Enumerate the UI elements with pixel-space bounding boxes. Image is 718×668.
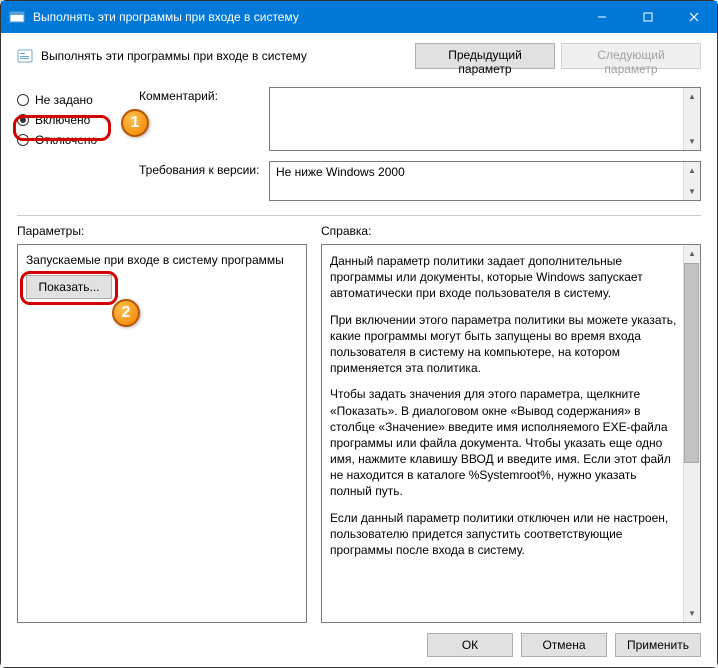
requirements-label: Требования к версии:	[139, 161, 269, 177]
radio-disabled[interactable]: Отключено	[17, 133, 127, 147]
help-paragraph: Если данный параметр политики отключен и…	[330, 510, 678, 559]
scrollbar[interactable]: ▲ ▼	[683, 162, 700, 200]
radio-label: Не задано	[35, 93, 93, 107]
params-box: Запускаемые при входе в систему программ…	[17, 244, 307, 623]
scroll-up-icon[interactable]: ▲	[684, 162, 700, 179]
radio-label: Включено	[35, 113, 90, 127]
scroll-down-icon[interactable]: ▼	[684, 605, 700, 622]
help-label: Справка:	[321, 224, 701, 238]
scroll-down-icon[interactable]: ▼	[684, 183, 700, 200]
window-title: Выполнять эти программы при входе в сист…	[33, 10, 579, 24]
radio-label: Отключено	[35, 133, 97, 147]
app-icon	[9, 9, 25, 25]
show-button[interactable]: Показать...	[26, 275, 112, 299]
radio-enabled[interactable]: Включено	[17, 113, 127, 127]
radio-icon	[17, 114, 29, 126]
params-label: Параметры:	[17, 224, 307, 238]
cancel-button[interactable]: Отмена	[521, 633, 607, 657]
requirements-value: Не ниже Windows 2000	[276, 165, 405, 179]
titlebar: Выполнять эти программы при входе в сист…	[1, 1, 717, 33]
scroll-down-icon[interactable]: ▼	[684, 133, 700, 150]
maximize-button[interactable]	[625, 1, 671, 33]
close-button[interactable]	[671, 1, 717, 33]
scroll-up-icon[interactable]: ▲	[684, 88, 700, 105]
help-paragraph: Чтобы задать значения для этого параметр…	[330, 386, 678, 499]
state-radio-group: Не задано Включено Отключено 1	[17, 87, 127, 201]
scroll-up-icon[interactable]: ▲	[684, 245, 700, 262]
ok-button[interactable]: ОК	[427, 633, 513, 657]
prev-setting-button[interactable]: Предыдущий параметр	[415, 43, 555, 69]
help-paragraph: При включении этого параметра политики в…	[330, 312, 678, 377]
page-title: Выполнять эти программы при входе в сист…	[41, 49, 407, 63]
minimize-button[interactable]	[579, 1, 625, 33]
policy-icon	[17, 48, 33, 64]
separator	[17, 215, 701, 216]
radio-icon	[17, 94, 29, 106]
annotation-badge-2: 2	[112, 299, 140, 327]
help-box: Данный параметр политики задает дополнит…	[321, 244, 701, 623]
scrollbar[interactable]: ▲ ▼	[683, 88, 700, 150]
help-paragraph: Данный параметр политики задает дополнит…	[330, 253, 678, 302]
scrollbar-thumb[interactable]	[684, 263, 699, 463]
radio-not-configured[interactable]: Не задано	[17, 93, 127, 107]
requirements-box: Не ниже Windows 2000 ▲ ▼	[269, 161, 701, 201]
next-setting-button: Следующий параметр	[561, 43, 701, 69]
radio-icon	[17, 134, 29, 146]
apply-button[interactable]: Применить	[615, 633, 701, 657]
comment-label: Комментарий:	[139, 87, 269, 103]
params-description: Запускаемые при входе в систему программ…	[26, 253, 284, 267]
comment-textarea[interactable]: ▲ ▼	[269, 87, 701, 151]
